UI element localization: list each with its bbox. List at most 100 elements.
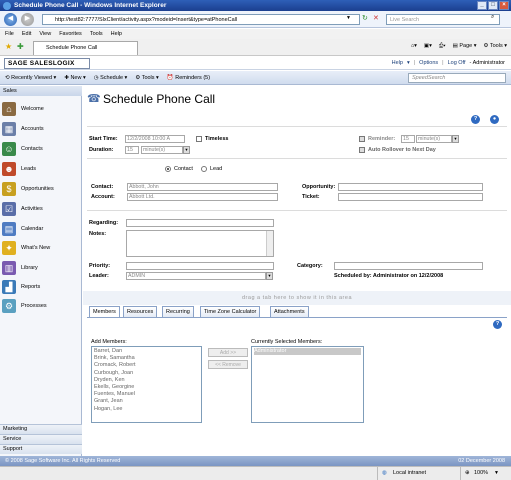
- contact-radio[interactable]: Contact: [165, 166, 193, 172]
- page-title: Schedule Phone Call: [103, 92, 216, 106]
- chevron-down-icon[interactable]: ▼: [183, 146, 190, 154]
- search-icon[interactable]: ⌕: [491, 14, 494, 21]
- menu-tools[interactable]: Tools: [90, 31, 103, 37]
- menu-favorites[interactable]: Favorites: [59, 31, 82, 37]
- tab-attachments[interactable]: Attachments: [270, 306, 309, 317]
- zoom-dropdown-icon[interactable]: ▼: [494, 467, 499, 480]
- sidebar-item-opportunities[interactable]: $ Opportunities: [2, 180, 80, 198]
- recently-viewed-menu[interactable]: ⟲ Recently Viewed ▾: [5, 75, 56, 81]
- contact-input[interactable]: Abbott, John: [127, 183, 278, 191]
- list-item[interactable]: Fuentes, Manuel: [94, 391, 199, 398]
- speedsearch-input[interactable]: SpeedSearch: [408, 73, 506, 83]
- minimize-button[interactable]: _: [477, 1, 487, 10]
- schedule-menu[interactable]: ◷ Schedule ▾: [94, 75, 128, 81]
- stop-icon[interactable]: ✕: [373, 14, 379, 22]
- priority-select[interactable]: [126, 262, 274, 270]
- list-item[interactable]: Administrator: [254, 348, 361, 356]
- sidebar-item-activities[interactable]: ☑ Activities: [2, 200, 80, 218]
- favorites-star-icon[interactable]: ★: [5, 42, 12, 51]
- add-favorite-icon[interactable]: ✚: [17, 42, 24, 51]
- sidebar-item-welcome[interactable]: ⌂ Welcome: [2, 100, 80, 118]
- zoom-icon[interactable]: ⊕: [465, 467, 470, 480]
- sidebar-item-leads[interactable]: ☻ Leads: [2, 160, 80, 178]
- selected-members-list[interactable]: Administrator: [251, 346, 364, 423]
- regarding-input[interactable]: [126, 219, 274, 227]
- remove-button[interactable]: << Remove: [208, 360, 248, 369]
- reminder-value-input[interactable]: 15: [401, 135, 415, 143]
- home-icon[interactable]: ⌂▾: [411, 43, 417, 50]
- sidebar-footer-service[interactable]: Service: [0, 434, 82, 444]
- back-button[interactable]: ◀: [4, 13, 17, 26]
- page-menu[interactable]: ▤ Page ▾: [453, 43, 477, 50]
- start-time-input[interactable]: 12/2/2008 10:00 A: [125, 135, 185, 143]
- sidebar-item-accounts[interactable]: ▦ Accounts: [2, 120, 80, 138]
- list-item[interactable]: Barret, Dan: [94, 348, 199, 355]
- address-bar-row: ◀ ▶ http://test82:7777/SlxClient/activit…: [0, 11, 511, 28]
- menu-view[interactable]: View: [39, 31, 51, 37]
- refresh-icon[interactable]: ↻: [362, 14, 368, 22]
- tab-recurring[interactable]: Recurring: [162, 306, 194, 317]
- help-link[interactable]: Help: [392, 60, 403, 66]
- notes-textarea[interactable]: [126, 230, 274, 257]
- tools-app-menu[interactable]: ⚙ Tools ▾: [135, 75, 159, 81]
- sidebar-item-reports[interactable]: ▟ Reports: [2, 278, 80, 296]
- sidebar-item-whats-new[interactable]: ✦ What's New: [2, 239, 80, 257]
- list-item[interactable]: Brink, Samantha: [94, 355, 199, 362]
- sidebar-item-calendar[interactable]: ▤ Calendar: [2, 220, 80, 238]
- browser-tab[interactable]: Schedule Phone Call: [33, 41, 138, 55]
- sidebar-footer-support[interactable]: Support: [0, 444, 82, 454]
- reminders-button[interactable]: ⏰ Reminders (5): [167, 75, 210, 81]
- tab-resources[interactable]: Resources: [123, 306, 158, 317]
- ticket-input[interactable]: [338, 193, 483, 201]
- auto-rollover-checkbox[interactable]: [359, 147, 365, 153]
- list-item[interactable]: Cromack, Robert: [94, 362, 199, 369]
- menu-file[interactable]: File: [5, 31, 14, 37]
- options-link[interactable]: Options: [419, 60, 438, 66]
- tab-members[interactable]: Members: [89, 306, 120, 317]
- sidebar-item-library[interactable]: ▥ Library: [2, 259, 80, 277]
- feeds-icon[interactable]: ▣▾: [424, 43, 432, 50]
- search-input[interactable]: Live Search: [386, 14, 500, 25]
- duration-unit-select[interactable]: minute(s): [141, 146, 183, 154]
- menu-edit[interactable]: Edit: [22, 31, 31, 37]
- list-item[interactable]: Hogan, Lee: [94, 406, 199, 413]
- forward-button[interactable]: ▶: [21, 13, 34, 26]
- timeless-checkbox[interactable]: [196, 136, 202, 142]
- tab-drop-zone[interactable]: drag a tab here to show it in this area: [83, 291, 511, 305]
- reminder-unit-select[interactable]: minute(s): [416, 135, 452, 143]
- lead-radio[interactable]: Lead: [201, 166, 222, 172]
- leader-select[interactable]: ADMIN: [126, 272, 266, 280]
- notes-scrollbar[interactable]: [266, 231, 273, 256]
- add-members-list[interactable]: Barret, Dan Brink, Samantha Cromack, Rob…: [91, 346, 202, 423]
- duration-value-input[interactable]: 15: [125, 146, 139, 154]
- list-item[interactable]: Grant, Jean: [94, 398, 199, 405]
- list-item[interactable]: Dryden, Ken: [94, 377, 199, 384]
- list-item[interactable]: Ekells, Georgine: [94, 384, 199, 391]
- reminder-checkbox[interactable]: [359, 136, 365, 142]
- save-icon[interactable]: ●: [490, 115, 499, 124]
- category-input[interactable]: [334, 262, 483, 270]
- chevron-down-icon[interactable]: ▼: [266, 272, 273, 280]
- zoom-level[interactable]: 100%: [474, 467, 488, 480]
- maximize-button[interactable]: □: [488, 1, 498, 10]
- sidebar-footer-marketing[interactable]: Marketing: [0, 424, 82, 434]
- sidebar-header[interactable]: Sales: [0, 86, 82, 96]
- dropdown-arrow-icon[interactable]: ▼: [346, 15, 351, 21]
- chevron-down-icon[interactable]: ▼: [452, 135, 459, 143]
- sidebar-item-contacts[interactable]: ☺ Contacts: [2, 140, 80, 158]
- help-icon[interactable]: ?: [471, 115, 480, 124]
- menu-help[interactable]: Help: [111, 31, 122, 37]
- list-item[interactable]: Curbough, Joan: [94, 370, 199, 377]
- add-button[interactable]: Add >>: [208, 348, 248, 357]
- sidebar-item-processes[interactable]: ⚙ Processes: [2, 297, 80, 315]
- log-off-link[interactable]: Log Off: [448, 60, 466, 66]
- new-menu[interactable]: ✚ New ▾: [64, 75, 85, 81]
- opportunity-input[interactable]: [338, 183, 483, 191]
- tab-time-zone-calculator[interactable]: Time Zone Calculator: [200, 306, 261, 317]
- tab-help-icon[interactable]: ?: [493, 320, 502, 329]
- tools-menu[interactable]: ⚙ Tools ▾: [484, 43, 508, 50]
- close-button[interactable]: ×: [499, 1, 509, 10]
- account-input[interactable]: Abbott Ltd.: [127, 193, 278, 201]
- url-input[interactable]: http://test82:7777/SlxClient/activity.as…: [42, 14, 360, 25]
- print-icon[interactable]: ⎙▾: [439, 43, 446, 50]
